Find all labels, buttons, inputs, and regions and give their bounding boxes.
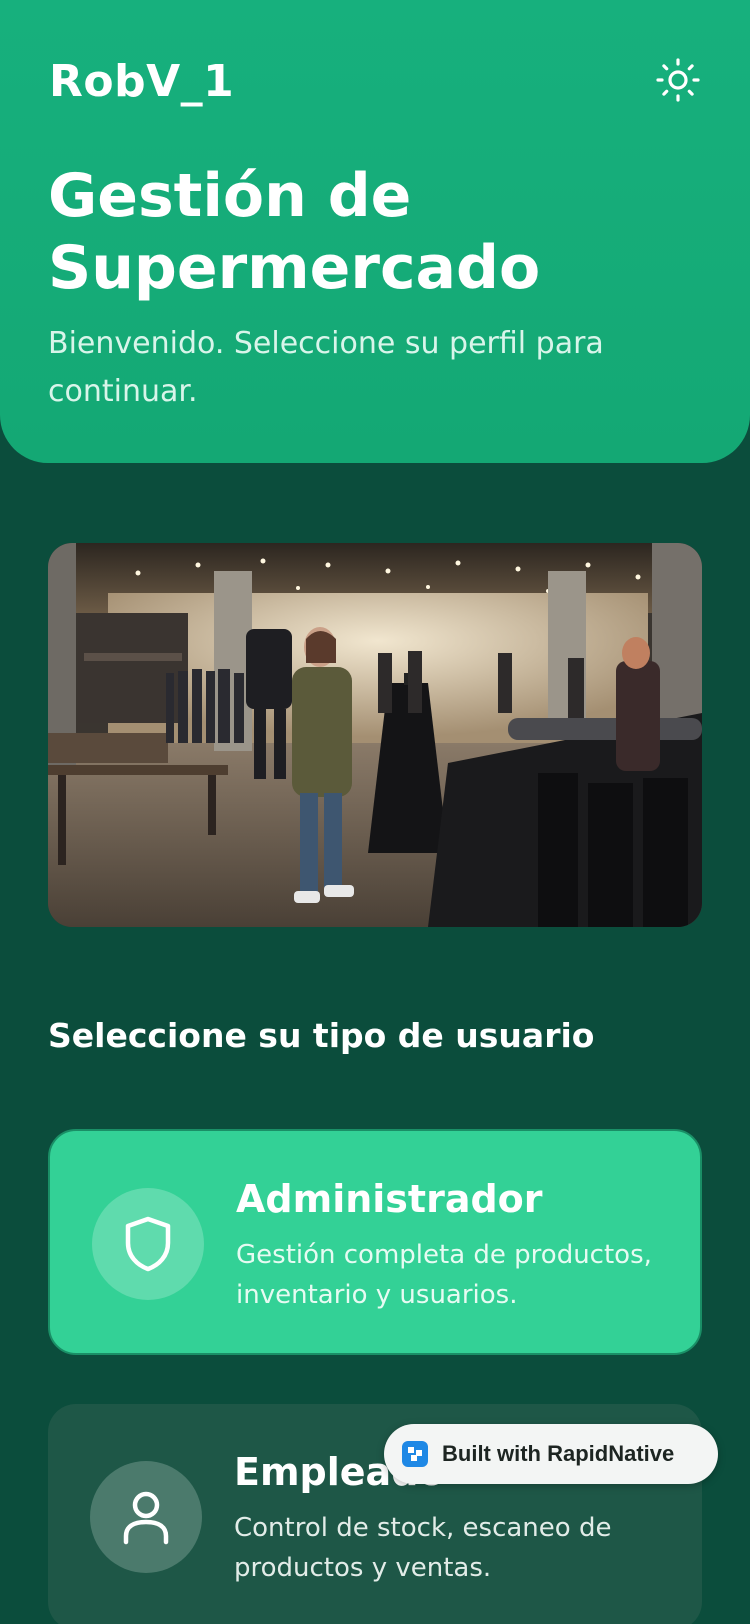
admin-role-description: Gestión completa de productos, inventari… xyxy=(236,1240,652,1310)
header: RobV_1 Gestión de Supermercado Bienvenid… xyxy=(0,0,750,463)
store-hero-image xyxy=(48,543,702,927)
admin-role-card[interactable]: Administrador Gestión completa de produc… xyxy=(48,1129,702,1355)
admin-role-title: Administrador xyxy=(236,1177,543,1221)
sun-icon xyxy=(656,58,700,102)
rapidnative-logo-icon xyxy=(402,1441,428,1467)
app-name: RobV_1 xyxy=(49,56,235,107)
built-with-badge[interactable]: Built with RapidNative xyxy=(384,1424,718,1484)
section-title: Seleccione su tipo de usuario xyxy=(48,1016,595,1055)
employee-icon-circle xyxy=(90,1461,202,1573)
page-title: Gestión de Supermercado xyxy=(48,161,541,303)
theme-toggle-button[interactable] xyxy=(654,56,702,104)
page-subtitle: Bienvenido. Seleccione su perfil para co… xyxy=(48,326,604,409)
admin-icon-circle xyxy=(92,1188,204,1300)
employee-role-description: Control de stock, escaneo de productos y… xyxy=(234,1513,612,1583)
badge-label: Built with RapidNative xyxy=(442,1441,675,1466)
user-icon xyxy=(123,1491,169,1545)
shield-icon xyxy=(125,1216,171,1272)
